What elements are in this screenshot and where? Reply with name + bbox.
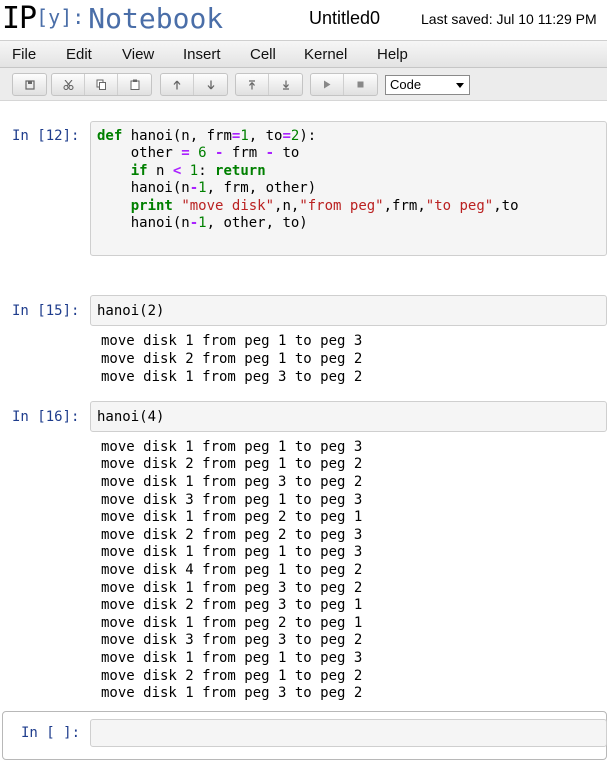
- menu-cell[interactable]: Cell: [250, 46, 276, 63]
- output-line: move disk 1 from peg 2 to peg 1: [101, 509, 363, 525]
- menubar: File Edit View Insert Cell Kernel Help: [0, 40, 607, 68]
- cell-15-prompt: In [15]:: [12, 303, 80, 319]
- code-line: hanoi(n-1, other, to): [97, 215, 308, 231]
- chevron-down-icon: [456, 83, 464, 88]
- cut-icon: [62, 79, 74, 90]
- run-icon: [324, 80, 331, 89]
- save-group: [12, 73, 47, 96]
- empty-cell-prompt: In [ ]:: [21, 725, 81, 741]
- code-line: hanoi(n-1, frm, other): [97, 180, 317, 196]
- copy-button[interactable]: [85, 74, 118, 95]
- code-line: def hanoi(n, frm=1, to=2):: [97, 128, 317, 144]
- paste-button[interactable]: [118, 74, 151, 95]
- insert-group: [235, 73, 303, 96]
- output-line: move disk 1 from peg 1 to peg 3: [101, 650, 363, 666]
- stop-icon: [357, 81, 364, 88]
- output-line: move disk 3 from peg 1 to peg 3: [101, 492, 363, 508]
- output-line: move disk 1 from peg 2 to peg 1: [101, 615, 363, 631]
- output-line: move disk 3 from peg 3 to peg 2: [101, 632, 363, 648]
- output-line: move disk 2 from peg 2 to peg 3: [101, 527, 363, 543]
- output-line: move disk 1 from peg 3 to peg 2: [101, 580, 363, 596]
- output-line: move disk 2 from peg 1 to peg 2: [101, 351, 363, 367]
- output-line: move disk 4 from peg 1 to peg 2: [101, 562, 363, 578]
- insert-above-icon: [249, 79, 255, 89]
- menu-kernel[interactable]: Kernel: [304, 46, 347, 63]
- cell-15-code: hanoi(2): [97, 303, 165, 319]
- insert-below-button[interactable]: [269, 74, 302, 95]
- move-up-icon: [173, 80, 181, 89]
- move-down-button[interactable]: [194, 74, 227, 95]
- menu-view[interactable]: View: [122, 46, 154, 63]
- ipython-logo[interactable]: IP[y]: Notebook: [2, 1, 223, 37]
- move-up-button[interactable]: [161, 74, 194, 95]
- insert-below-icon: [282, 80, 289, 90]
- output-line: move disk 2 from peg 1 to peg 2: [101, 668, 363, 684]
- notebook-header: IP[y]: Notebook Untitled0 Last saved: Jul…: [0, 0, 607, 40]
- menu-insert[interactable]: Insert: [183, 46, 221, 63]
- code-line: if n < 1: return: [130, 163, 266, 179]
- logo-ip-text: IP: [2, 1, 37, 36]
- cell-16-input[interactable]: [90, 401, 607, 432]
- notebook-title[interactable]: Untitled0: [309, 8, 380, 29]
- output-line: move disk 1 from peg 3 to peg 2: [101, 685, 363, 701]
- cell-12-prompt: In [12]:: [12, 128, 80, 144]
- stop-button[interactable]: [344, 74, 377, 95]
- move-down-icon: [207, 80, 214, 89]
- code-line: print "move disk",n,"from peg",frm,"to p…: [130, 198, 519, 214]
- toolbar: [0, 68, 607, 101]
- cut-button[interactable]: [52, 74, 85, 95]
- menu-edit[interactable]: Edit: [66, 46, 92, 63]
- code-line: other = 6 - frm - to: [97, 145, 300, 161]
- output-line: move disk 1 from peg 1 to peg 3: [101, 439, 363, 455]
- menu-file[interactable]: File: [12, 46, 36, 63]
- edit-group: [51, 73, 152, 96]
- run-button[interactable]: [311, 74, 344, 95]
- logo-notebook-text: Notebook: [88, 2, 224, 35]
- output-line: move disk 1 from peg 3 to peg 2: [101, 474, 363, 490]
- empty-cell-input[interactable]: [90, 719, 607, 747]
- insert-above-button[interactable]: [236, 74, 269, 95]
- output-line: move disk 2 from peg 1 to peg 2: [101, 456, 363, 472]
- menu-help[interactable]: Help: [377, 46, 408, 63]
- cell-type-value: Code: [390, 77, 422, 92]
- output-line: move disk 2 from peg 3 to peg 1: [101, 597, 363, 613]
- copy-icon: [96, 79, 106, 90]
- output-line: move disk 1 from peg 1 to peg 3: [101, 333, 363, 349]
- run-group: [310, 73, 378, 96]
- output-line: move disk 1 from peg 3 to peg 2: [101, 369, 363, 385]
- move-group: [160, 73, 228, 96]
- output-line: move disk 1 from peg 1 to peg 3: [101, 544, 363, 560]
- save-button[interactable]: [13, 74, 46, 95]
- cell-16-code: hanoi(4): [97, 409, 165, 425]
- save-icon: [24, 79, 35, 90]
- cell-15-input[interactable]: [90, 295, 607, 326]
- cell-type-select[interactable]: Code: [385, 75, 470, 95]
- paste-icon: [130, 79, 139, 90]
- cell-16-prompt: In [16]:: [12, 409, 80, 425]
- last-saved-status: Last saved: Jul 10 11:29 PM: [421, 11, 597, 27]
- logo-y-text: [y]:: [36, 5, 85, 29]
